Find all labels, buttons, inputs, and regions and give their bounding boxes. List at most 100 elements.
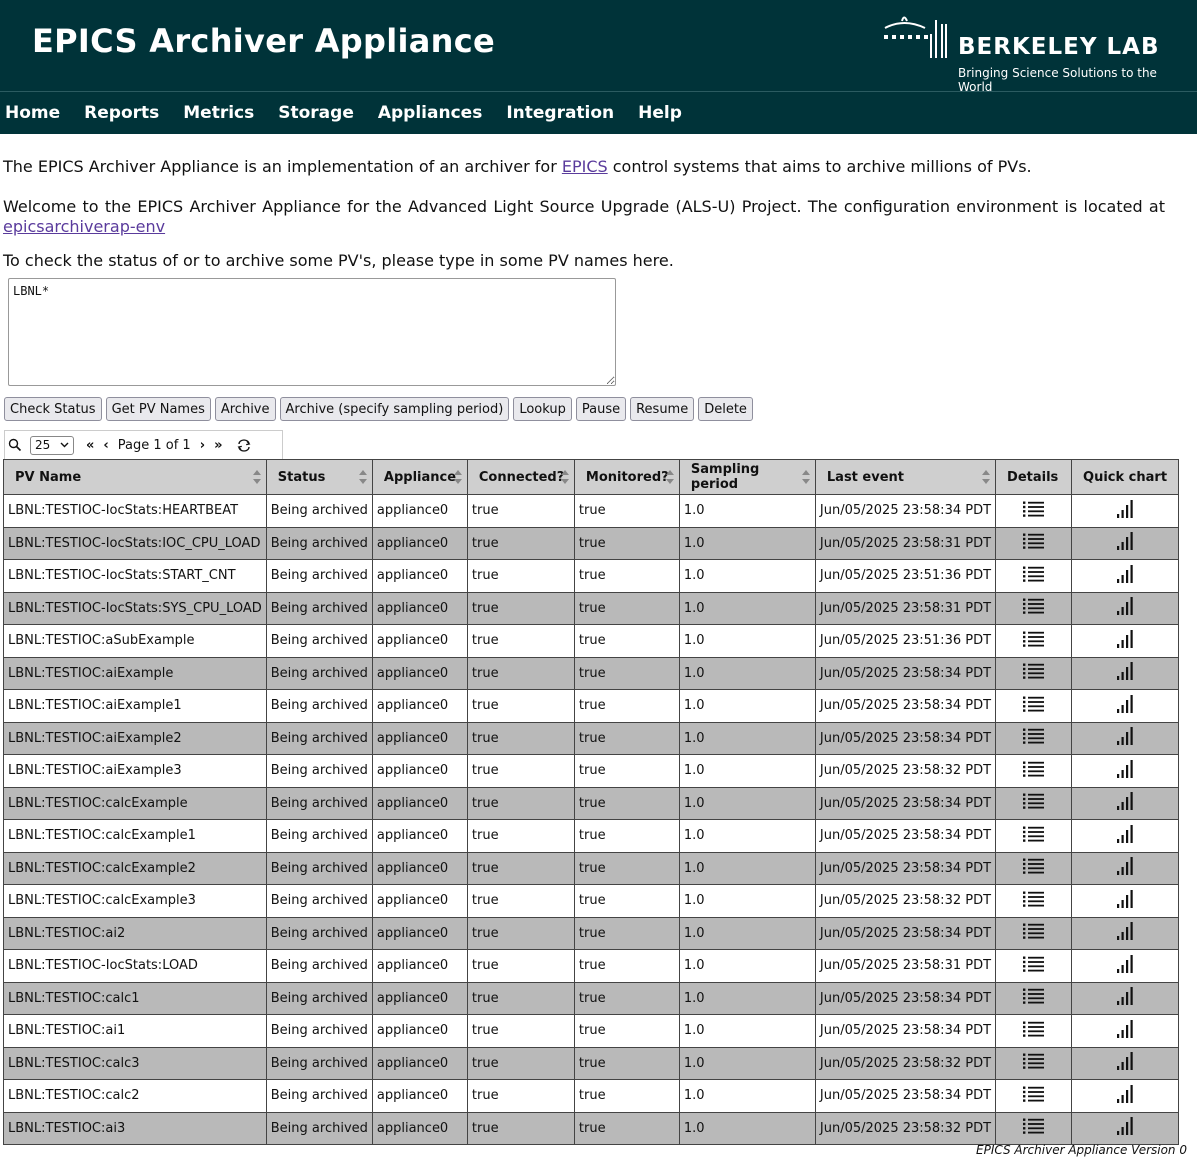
bar-chart-icon[interactable] [1117,792,1133,814]
cell-pv-name: LBNL:TESTIOC:calc2 [3,1079,267,1113]
quick-chart-cell [1071,819,1180,853]
list-icon[interactable] [1022,761,1045,781]
welcome-paragraph: Welcome to the EPICS Archiver Appliance … [3,197,1165,237]
epics-link[interactable]: EPICS [562,157,608,176]
check-status-button[interactable]: Check Status [4,397,102,421]
nav-home[interactable]: Home [5,103,60,123]
nav-help[interactable]: Help [638,103,682,123]
bar-chart-icon[interactable] [1117,1052,1133,1074]
bar-chart-icon[interactable] [1117,499,1133,522]
last-page-button[interactable]: » [214,438,222,453]
bar-chart-icon[interactable] [1117,564,1133,587]
next-page-button[interactable]: › [200,438,205,453]
delete-button[interactable]: Delete [698,397,753,421]
cell-appliance: appliance0 [371,721,468,755]
cell-connected: true [466,884,575,918]
cell-appliance: appliance0 [371,494,468,528]
list-icon[interactable] [1022,696,1045,716]
archive-sampling-period-button[interactable]: Archive (specify sampling period) [279,397,510,421]
col-appliance[interactable]: Appliance [371,459,468,495]
cell-appliance: appliance0 [371,916,468,950]
refresh-icon[interactable] [237,438,251,452]
bar-chart-icon[interactable] [1117,532,1133,554]
nav-reports[interactable]: Reports [84,103,159,123]
list-icon[interactable] [1022,566,1045,586]
list-icon[interactable] [1022,988,1045,1008]
nav-metrics[interactable]: Metrics [183,103,254,123]
archive-button[interactable]: Archive [214,397,276,421]
details-cell [995,884,1073,918]
cell-monitored: true [573,656,680,690]
lookup-button[interactable]: Lookup [513,397,572,421]
bar-chart-icon[interactable] [1117,597,1133,619]
search-icon[interactable] [8,438,22,452]
list-icon[interactable] [1022,663,1045,683]
cell-connected: true [466,1111,575,1145]
bar-chart-icon[interactable] [1117,889,1133,912]
col-last-event[interactable]: Last event [814,459,997,495]
details-cell [995,949,1073,983]
resume-button[interactable]: Resume [630,397,695,421]
list-icon[interactable] [1022,1086,1045,1106]
bar-chart-icon[interactable] [1117,759,1133,782]
col-pv-name[interactable]: PV Name [3,459,267,495]
cell-monitored: true [573,494,680,528]
list-icon[interactable] [1022,891,1045,911]
cell-pv-name: LBNL:TESTIOC-IocStats:IOC_CPU_LOAD [3,526,267,560]
cell-pv-name: LBNL:TESTIOC:aiExample [3,656,267,690]
bar-chart-icon[interactable] [1117,629,1133,652]
sort-icon [801,469,811,485]
bar-chart-icon[interactable] [1117,1084,1133,1107]
bar-chart-icon[interactable] [1117,922,1133,944]
get-pv-names-button[interactable]: Get PV Names [105,397,211,421]
first-page-button[interactable]: « [86,438,94,453]
bar-chart-icon[interactable] [1117,662,1133,684]
pv-names-input[interactable]: LBNL* [8,278,616,386]
berkeley-lab-logo[interactable]: BERKELEY LAB Bringing Science Solutions … [880,12,1185,94]
list-icon[interactable] [1022,793,1045,813]
bar-chart-icon[interactable] [1117,694,1133,717]
quick-chart-cell [1071,1014,1180,1048]
bar-chart-icon[interactable] [1117,954,1133,977]
list-icon[interactable] [1022,1053,1045,1073]
list-icon[interactable] [1022,631,1045,651]
cell-last-event: Jun/05/2025 23:58:32 PDT [814,884,997,918]
col-sampling-period[interactable]: Sampling period [678,459,816,495]
col-status[interactable]: Status [265,459,373,495]
list-icon[interactable] [1022,598,1045,618]
pause-button[interactable]: Pause [575,397,627,421]
bar-chart-icon[interactable] [1117,824,1133,847]
col-connected[interactable]: Connected? [466,459,575,495]
list-icon[interactable] [1022,728,1045,748]
bar-chart-icon[interactable] [1117,1117,1133,1139]
col-monitored[interactable]: Monitored? [573,459,680,495]
bar-chart-icon[interactable] [1117,1019,1133,1042]
prev-page-button[interactable]: ‹ [103,438,108,453]
action-buttons: Check Status Get PV Names Archive Archiv… [4,397,753,421]
bar-chart-icon[interactable] [1117,727,1133,749]
list-icon[interactable] [1022,1021,1045,1041]
list-icon[interactable] [1022,1118,1045,1138]
config-env-link[interactable]: epicsarchiverap-env [3,217,165,236]
nav-storage[interactable]: Storage [278,103,354,123]
nav-integration[interactable]: Integration [506,103,614,123]
list-icon[interactable] [1022,501,1045,521]
quick-chart-cell [1071,1111,1180,1145]
list-icon[interactable] [1022,826,1045,846]
bar-chart-icon[interactable] [1117,857,1133,879]
list-icon[interactable] [1022,858,1045,878]
cell-status: Being archived [265,786,373,820]
welcome-text: Welcome to the EPICS Archiver Appliance … [3,197,1165,216]
cell-connected: true [466,656,575,690]
list-icon[interactable] [1022,533,1045,553]
bar-chart-icon[interactable] [1117,987,1133,1009]
cell-status: Being archived [265,526,373,560]
sort-icon [252,469,262,485]
cell-connected: true [466,689,575,723]
cell-status: Being archived [265,656,373,690]
list-icon[interactable] [1022,956,1045,976]
nav-appliances[interactable]: Appliances [378,103,482,123]
table-row: LBNL:TESTIOC:aiExample Being archived appl… [3,656,1180,690]
page-size-select[interactable]: 25 [30,435,74,455]
list-icon[interactable] [1022,923,1045,943]
